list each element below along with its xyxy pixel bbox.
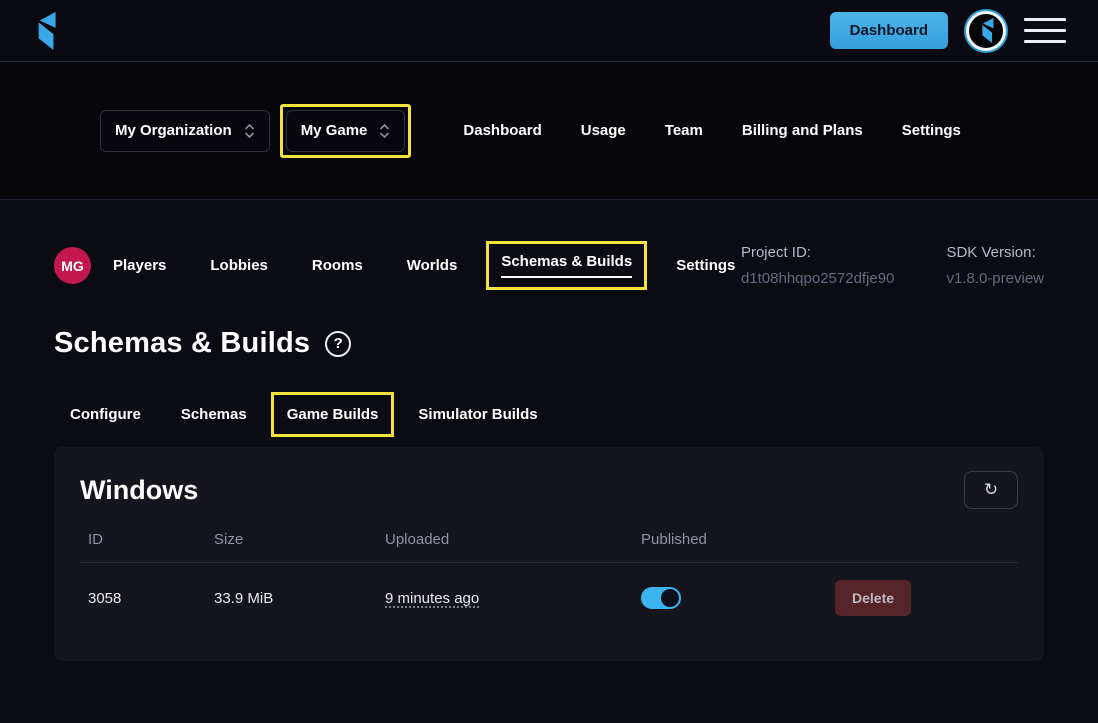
card-title: Windows [80,475,198,506]
nav-team[interactable]: Team [665,122,703,139]
organization-select-value: My Organization [115,122,232,139]
up-down-chevrons-icon [244,123,255,139]
refresh-button[interactable]: ↻ [964,471,1018,509]
project-meta: Project ID: d1t08hhqpo2572dfje90 SDK Ver… [741,244,1044,287]
nav-worlds[interactable]: Worlds [407,257,458,274]
table-row: 3058 33.9 MiB 9 minutes ago Delete [80,563,1018,621]
cell-actions: Delete [835,580,1018,616]
refresh-icon: ↻ [984,480,998,500]
builds-card: Windows ↻ ID Size Uploaded Published 305… [54,447,1044,661]
nav-billing-and-plans[interactable]: Billing and Plans [742,122,863,139]
help-icon[interactable]: ? [325,331,351,357]
nav-dashboard[interactable]: Dashboard [463,122,541,139]
cell-published [641,587,835,609]
org-nav: My Organization My Game Dashboard Usage … [0,62,1098,200]
project-id-value: d1t08hhqpo2572dfje90 [741,270,895,287]
nav-players[interactable]: Players [113,257,166,274]
cell-size: 33.9 MiB [214,590,385,607]
title-row: Schemas & Builds ? [54,327,1044,360]
annotation-box-game-select: My Game [280,104,412,158]
cell-id: 3058 [88,590,214,607]
published-toggle[interactable] [641,587,681,609]
nav-settings[interactable]: Settings [902,122,961,139]
topbar: Dashboard [0,0,1098,62]
menu-icon[interactable] [1024,14,1066,47]
game-select-value: My Game [301,122,368,139]
project-nav: MG Players Lobbies Rooms Worlds Schemas … [54,244,1044,287]
toggle-knob [661,589,679,607]
project-nav-items: Players Lobbies Rooms Worlds Schemas & B… [113,253,735,278]
nav-rooms[interactable]: Rooms [312,257,363,274]
topbar-right: Dashboard [830,11,1066,51]
tabs: Configure Schemas Game Builds Simulator … [70,406,1044,423]
nav-lobbies[interactable]: Lobbies [210,257,268,274]
builds-table: ID Size Uploaded Published 3058 33.9 MiB… [80,531,1018,621]
account-logo-icon[interactable] [966,11,1006,51]
tab-simulator-builds[interactable]: Simulator Builds [418,406,537,423]
main-content: MG Players Lobbies Rooms Worlds Schemas … [0,200,1098,723]
organization-select[interactable]: My Organization [100,110,270,152]
dashboard-button[interactable]: Dashboard [830,12,948,49]
avatar[interactable]: MG [54,247,91,284]
col-id: ID [88,531,214,548]
tab-configure[interactable]: Configure [70,406,141,423]
app-root: Dashboard My Organization My Game [0,0,1098,723]
org-nav-links: Dashboard Usage Team Billing and Plans S… [463,122,961,139]
page-title: Schemas & Builds [54,327,310,360]
cell-uploaded[interactable]: 9 minutes ago [385,590,641,607]
sdk-version-block: SDK Version: v1.8.0-preview [946,244,1044,287]
nav-schemas-builds[interactable]: Schemas & Builds [501,253,632,278]
sdk-version-value: v1.8.0-preview [946,270,1044,287]
annotation-box-game-builds: Game Builds [271,392,395,437]
tab-schemas[interactable]: Schemas [181,406,247,423]
game-select[interactable]: My Game [286,110,406,152]
card-header: Windows ↻ [80,471,1018,509]
col-uploaded: Uploaded [385,531,641,548]
project-id-label: Project ID: [741,244,895,261]
tab-game-builds[interactable]: Game Builds [287,406,379,423]
delete-button[interactable]: Delete [835,580,911,616]
brand-logo-icon[interactable] [32,12,58,50]
up-down-chevrons-icon [379,123,390,139]
table-header-row: ID Size Uploaded Published [80,531,1018,563]
sdk-version-label: SDK Version: [946,244,1044,261]
col-size: Size [214,531,385,548]
project-id-block: Project ID: d1t08hhqpo2572dfje90 [741,244,895,287]
col-published: Published [641,531,835,548]
annotation-box-schemas-builds: Schemas & Builds [486,241,647,290]
nav-project-settings[interactable]: Settings [676,257,735,274]
nav-usage[interactable]: Usage [581,122,626,139]
